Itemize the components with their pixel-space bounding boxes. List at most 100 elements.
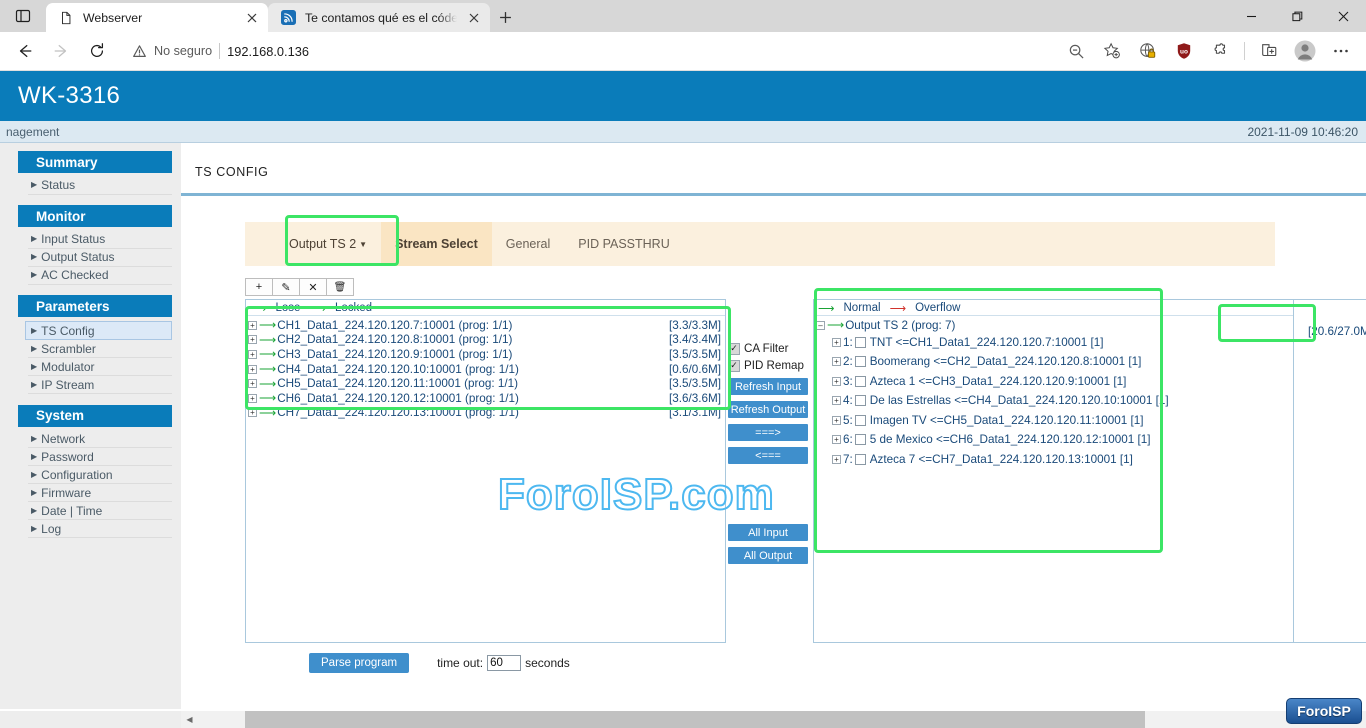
sidebar-item-firmware[interactable]: ▶ Firmware xyxy=(28,485,172,503)
checkbox-unchecked-icon[interactable] xyxy=(855,434,866,445)
close-window-button[interactable] xyxy=(1320,0,1366,32)
collections-lock-icon[interactable] xyxy=(1133,36,1163,66)
sidebar-item-input-status[interactable]: ▶ Input Status xyxy=(28,231,172,249)
tab-output-ts-2[interactable]: Output TS 2 ▼ xyxy=(275,222,381,266)
search-zoom-icon[interactable] xyxy=(1061,36,1091,66)
expand-plus-icon[interactable]: + xyxy=(832,416,841,425)
expand-plus-icon[interactable]: + xyxy=(832,357,841,366)
url-text[interactable]: 192.168.0.136 xyxy=(227,44,309,59)
all-output-button[interactable]: All Output xyxy=(728,547,808,564)
sidebar-item-status[interactable]: ▶ Status xyxy=(28,177,172,195)
scroll-left-arrow-icon[interactable]: ◀ xyxy=(181,711,198,728)
move-right-button[interactable]: ===> xyxy=(728,424,808,441)
ublock-shield-icon[interactable]: uo xyxy=(1169,36,1199,66)
tab-pid-passthru[interactable]: PID PASSTHRU xyxy=(564,222,683,266)
back-icon[interactable] xyxy=(8,34,42,68)
sidebar-item-output-status[interactable]: ▶ Output Status xyxy=(28,249,172,267)
table-row[interactable]: + ⟶ CH1_Data1_224.120.120.7:10001 (prog:… xyxy=(248,318,725,333)
checkbox-unchecked-icon[interactable] xyxy=(855,337,866,348)
maximize-button[interactable] xyxy=(1274,0,1320,32)
sidebar-item-ts-config[interactable]: ▶ TS Config xyxy=(25,321,172,340)
split-screen-icon[interactable] xyxy=(1254,36,1284,66)
table-row[interactable]: + ⟶ CH4_Data1_224.120.120.10:10001 (prog… xyxy=(248,362,725,377)
checkbox-checked-icon[interactable]: ✓ xyxy=(728,360,740,372)
table-row[interactable]: + 6: 5 de Mexico <=CH6_Data1_224.120.120… xyxy=(816,430,1293,450)
expand-plus-icon[interactable]: + xyxy=(832,377,841,386)
table-row[interactable]: + 5: Imagen TV <=CH5_Data1_224.120.120.1… xyxy=(816,411,1293,431)
sidebar-item-label: Modulator xyxy=(41,360,94,374)
browser-tab-codec[interactable]: Te contamos qué es el códec H.2 xyxy=(268,3,490,32)
table-row[interactable]: + ⟶ CH5_Data1_224.120.120.11:10001 (prog… xyxy=(248,376,725,391)
sidebar-item-ac-checked[interactable]: ▶ AC Checked xyxy=(28,267,172,285)
checkbox-unchecked-icon[interactable] xyxy=(855,454,866,465)
table-row[interactable]: + 3: Azteca 1 <=CH3_Data1_224.120.120.9:… xyxy=(816,372,1293,392)
checkbox-unchecked-icon[interactable] xyxy=(855,356,866,367)
table-row[interactable]: + ⟶ CH2_Data1_224.120.120.8:10001 (prog:… xyxy=(248,333,725,348)
expand-plus-icon[interactable]: + xyxy=(248,394,257,403)
profile-avatar-icon[interactable] xyxy=(1290,36,1320,66)
expand-plus-icon[interactable]: + xyxy=(248,321,257,330)
tab-general[interactable]: General xyxy=(492,222,564,266)
close-icon[interactable] xyxy=(466,10,482,26)
checkbox-unchecked-icon[interactable] xyxy=(855,395,866,406)
input-list-panel[interactable]: ⟶ Lose ⟶ Locked + ⟶ CH1_Data1_224.120.12… xyxy=(245,299,726,643)
all-input-button[interactable]: All Input xyxy=(728,524,808,541)
checkbox-unchecked-icon[interactable] xyxy=(855,376,866,387)
tab-stream-select[interactable]: Stream Select xyxy=(381,222,492,266)
ca-filter-row[interactable]: ✓ CA Filter xyxy=(728,342,808,355)
close-icon[interactable] xyxy=(244,10,260,26)
timeout-input[interactable] xyxy=(487,655,521,671)
sidebar-item-password[interactable]: ▶ Password xyxy=(28,449,172,467)
output-list-panel[interactable]: ⟶ Normal ⟶ Overflow – ⟶ Output TS 2 (pro… xyxy=(813,299,1294,643)
address-bar[interactable]: No seguro 192.168.0.136 xyxy=(122,37,1059,65)
expand-plus-icon[interactable]: + xyxy=(248,365,257,374)
expand-plus-icon[interactable]: + xyxy=(832,338,841,347)
expand-plus-icon[interactable]: + xyxy=(248,335,257,344)
browser-tab-webserver[interactable]: Webserver xyxy=(46,3,268,32)
table-row[interactable]: + 2: Boomerang <=CH2_Data1_224.120.120.8… xyxy=(816,352,1293,372)
expand-plus-icon[interactable]: + xyxy=(248,379,257,388)
sidebar-item-configuration[interactable]: ▶ Configuration xyxy=(28,467,172,485)
expand-plus-icon[interactable]: + xyxy=(248,408,257,417)
checkbox-checked-icon[interactable]: ✓ xyxy=(728,343,740,355)
checkbox-unchecked-icon[interactable] xyxy=(855,415,866,426)
reload-icon[interactable] xyxy=(80,34,114,68)
add-button[interactable]: + xyxy=(245,278,273,296)
table-row[interactable]: + ⟶ CH3_Data1_224.120.120.9:10001 (prog:… xyxy=(248,347,725,362)
favorite-star-icon[interactable] xyxy=(1097,36,1127,66)
sidebar-item-log[interactable]: ▶ Log xyxy=(28,521,172,539)
table-row[interactable]: + 1: TNT <=CH1_Data1_224.120.120.7:10001… xyxy=(816,333,1293,353)
table-row[interactable]: + 4: De las Estrellas <=CH4_Data1_224.12… xyxy=(816,391,1293,411)
scrollbar-thumb[interactable] xyxy=(245,711,1145,728)
collapse-minus-icon[interactable]: – xyxy=(816,321,825,330)
forward-icon[interactable] xyxy=(44,34,78,68)
expand-plus-icon[interactable]: + xyxy=(832,455,841,464)
table-row[interactable]: + 7: Azteca 7 <=CH7_Data1_224.120.120.13… xyxy=(816,450,1293,470)
extensions-puzzle-icon[interactable] xyxy=(1205,36,1235,66)
settings-more-icon[interactable] xyxy=(1326,36,1356,66)
refresh-input-button[interactable]: Refresh Input xyxy=(728,378,808,395)
horizontal-scrollbar[interactable]: ◀ xyxy=(181,711,1366,728)
table-row[interactable]: + ⟶ CH7_Data1_224.120.120.13:10001 (prog… xyxy=(248,406,725,421)
expand-plus-icon[interactable]: + xyxy=(832,435,841,444)
refresh-output-button[interactable]: Refresh Output xyxy=(728,401,808,418)
table-row[interactable]: + ⟶ CH6_Data1_224.120.120.12:10001 (prog… xyxy=(248,391,725,406)
parse-program-button[interactable]: Parse program xyxy=(309,653,409,673)
sidebar-item-modulator[interactable]: ▶ Modulator xyxy=(28,359,172,377)
tab-panel-icon[interactable] xyxy=(0,0,46,32)
edit-button[interactable]: ✎ xyxy=(272,278,300,296)
sidebar-item-scrambler[interactable]: ▶ Scrambler xyxy=(28,341,172,359)
move-left-button[interactable]: <=== xyxy=(728,447,808,464)
close-x-icon: ✕ xyxy=(308,281,317,294)
minimize-button[interactable] xyxy=(1228,0,1274,32)
pid-remap-row[interactable]: ✓ PID Remap xyxy=(728,359,808,372)
sidebar-item-date-time[interactable]: ▶ Date | Time xyxy=(28,503,172,521)
sidebar-item-network[interactable]: ▶ Network xyxy=(28,431,172,449)
sidebar-item-ip-stream[interactable]: ▶ IP Stream xyxy=(28,377,172,395)
output-root-row[interactable]: – ⟶ Output TS 2 (prog: 7) xyxy=(816,318,1293,333)
delete-button[interactable]: 🗑 xyxy=(326,278,354,296)
remove-button[interactable]: ✕ xyxy=(299,278,327,296)
expand-plus-icon[interactable]: + xyxy=(248,350,257,359)
new-tab-button[interactable] xyxy=(490,2,520,32)
expand-plus-icon[interactable]: + xyxy=(832,396,841,405)
